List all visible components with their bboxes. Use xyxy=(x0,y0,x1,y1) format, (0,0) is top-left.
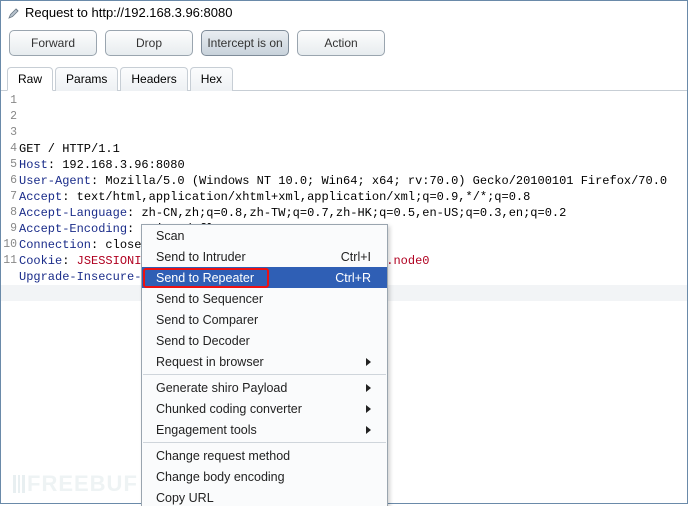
line-number: 4 xyxy=(1,141,17,157)
action-button[interactable]: Action xyxy=(297,30,385,56)
menu-item-label: Generate shiro Payload xyxy=(156,381,358,395)
chevron-right-icon xyxy=(366,358,371,366)
menu-item-label: Send to Intruder xyxy=(156,250,333,264)
watermark: FREEBUF xyxy=(13,471,138,497)
intercept-toggle-button[interactable]: Intercept is on xyxy=(201,30,289,56)
http-line[interactable]: User-Agent: Mozilla/5.0 (Windows NT 10.0… xyxy=(19,173,687,189)
menu-item[interactable]: Generate shiro Payload xyxy=(142,377,387,398)
menu-item[interactable]: Request in browser xyxy=(142,351,387,372)
menu-item-label: Send to Decoder xyxy=(156,334,371,348)
menu-item[interactable]: Change body encoding xyxy=(142,466,387,487)
menu-item[interactable]: Send to Intruder Ctrl+I xyxy=(142,246,387,267)
line-number: 5 xyxy=(1,157,17,173)
line-number: 6 xyxy=(1,173,17,189)
menu-item[interactable]: Copy URL xyxy=(142,487,387,506)
message-editor-tabs: Raw Params Headers Hex xyxy=(1,66,687,91)
menu-item[interactable]: Change request method xyxy=(142,445,387,466)
intercept-toolbar: Forward Drop Intercept is on Action xyxy=(1,26,687,66)
menu-item[interactable]: Send to Comparer xyxy=(142,309,387,330)
chevron-right-icon xyxy=(366,405,371,413)
menu-item[interactable]: Chunked coding converter xyxy=(142,398,387,419)
menu-item-label: Send to Sequencer xyxy=(156,292,371,306)
tab-headers[interactable]: Headers xyxy=(120,67,187,91)
line-number: 8 xyxy=(1,205,17,221)
line-number: 1 xyxy=(1,93,17,109)
line-number: 9 xyxy=(1,221,17,237)
menu-item[interactable]: Send to Sequencer xyxy=(142,288,387,309)
menu-item-label: Copy URL xyxy=(156,491,371,505)
chevron-right-icon xyxy=(366,384,371,392)
line-number: 2 xyxy=(1,109,17,125)
http-line[interactable]: Accept-Language: zh-CN,zh;q=0.8,zh-TW;q=… xyxy=(19,205,687,221)
menu-item-label: Request in browser xyxy=(156,355,358,369)
line-number: 10 xyxy=(1,237,17,253)
line-number: 11 xyxy=(1,253,17,269)
menu-separator xyxy=(143,442,386,443)
menu-item-shortcut: Ctrl+R xyxy=(335,271,371,285)
pencil-icon xyxy=(7,6,21,20)
chevron-right-icon xyxy=(366,426,371,434)
menu-item-label: Change body encoding xyxy=(156,470,371,484)
tab-raw[interactable]: Raw xyxy=(7,67,53,91)
menu-item-shortcut: Ctrl+I xyxy=(341,250,371,264)
http-line[interactable]: Host: 192.168.3.96:8080 xyxy=(19,157,687,173)
menu-item[interactable]: Send to Repeater Ctrl+R xyxy=(142,267,387,288)
menu-item-label: Send to Repeater xyxy=(156,271,327,285)
tab-params[interactable]: Params xyxy=(55,67,118,91)
menu-item-label: Change request method xyxy=(156,449,371,463)
menu-separator xyxy=(143,374,386,375)
menu-item[interactable]: Scan xyxy=(142,225,387,246)
line-gutter: 1234567891011 xyxy=(1,93,17,269)
menu-item[interactable]: Engagement tools xyxy=(142,419,387,440)
line-number: 3 xyxy=(1,125,17,141)
menu-item[interactable]: Send to Decoder xyxy=(142,330,387,351)
line-number: 7 xyxy=(1,189,17,205)
drop-button[interactable]: Drop xyxy=(105,30,193,56)
menu-item-label: Scan xyxy=(156,229,371,243)
menu-item-label: Engagement tools xyxy=(156,423,358,437)
http-line[interactable]: GET / HTTP/1.1 xyxy=(19,141,687,157)
proxy-intercept-window: Request to http://192.168.3.96:8080 Forw… xyxy=(0,0,688,504)
forward-button[interactable]: Forward xyxy=(9,30,97,56)
menu-item-label: Send to Comparer xyxy=(156,313,371,327)
context-menu[interactable]: Scan Send to Intruder Ctrl+I Send to Repeat… xyxy=(141,224,388,506)
menu-item-label: Chunked coding converter xyxy=(156,402,358,416)
tab-hex[interactable]: Hex xyxy=(190,67,233,91)
http-line[interactable]: Accept: text/html,application/xhtml+xml,… xyxy=(19,189,687,205)
titlebar: Request to http://192.168.3.96:8080 xyxy=(1,1,687,26)
window-title: Request to http://192.168.3.96:8080 xyxy=(25,5,232,20)
